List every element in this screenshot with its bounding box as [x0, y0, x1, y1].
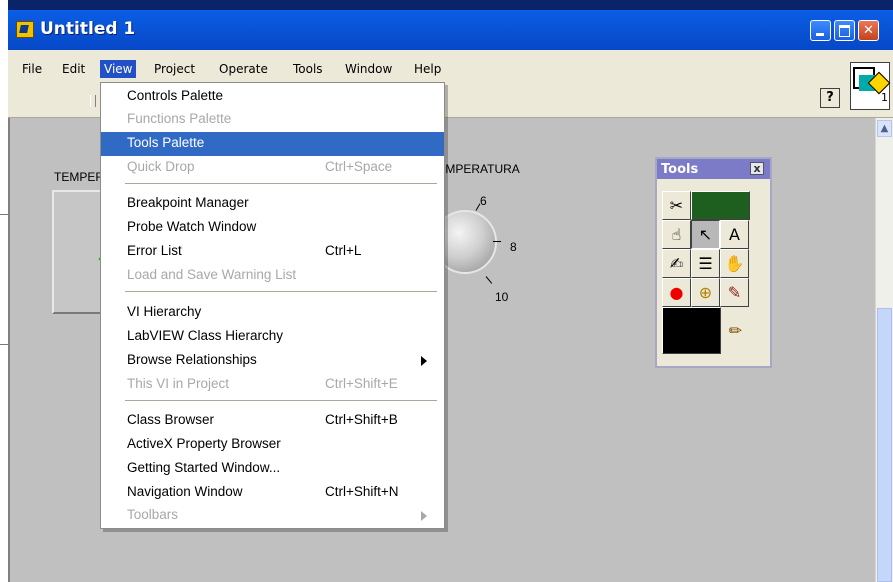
menu-item-label: Navigation Window — [127, 484, 243, 499]
menu-item-quick-drop: Quick Drop Ctrl+Space — [101, 156, 444, 180]
menu-help[interactable]: Help — [410, 60, 445, 78]
connect-wire-icon[interactable]: ✍ — [662, 249, 691, 278]
menu-item-label: ActiveX Property Browser — [127, 436, 281, 451]
menu-edit[interactable]: Edit — [58, 60, 89, 78]
maximize-icon — [835, 21, 854, 40]
scroll-up-icon[interactable]: ▲ — [877, 120, 892, 137]
close-button[interactable]: ✕ — [858, 20, 879, 41]
tools-palette-close-button[interactable]: x — [750, 162, 764, 175]
operate-value-icon[interactable]: ☝ — [662, 220, 691, 249]
edit-text-icon[interactable]: A — [720, 220, 749, 249]
knob-tick-10: 10 — [495, 290, 509, 304]
toolbar-grip[interactable] — [90, 95, 96, 107]
position-size-select-icon[interactable]: ↖ — [691, 220, 720, 249]
menu-item-shortcut: Ctrl+L — [325, 243, 362, 258]
menu-item-label: Class Browser — [127, 412, 215, 427]
menu-item-shortcut: Ctrl+Shift+N — [325, 484, 399, 499]
menu-item-browse-relationships[interactable]: Browse Relationships — [101, 349, 444, 373]
menu-item-label: LabVIEW Class Hierarchy — [127, 328, 284, 343]
menu-item-activex-property-browser[interactable]: ActiveX Property Browser — [101, 433, 444, 457]
knob-tick-mark — [493, 241, 501, 242]
automatic-tool-selection-icon[interactable]: ✂ — [662, 191, 691, 220]
menu-tools[interactable]: Tools — [289, 60, 327, 78]
menu-item-getting-started-window[interactable]: Getting Started Window... — [101, 457, 444, 481]
tools-palette-title: Tools — [661, 162, 699, 177]
scroll-window-icon[interactable]: ✋ — [720, 249, 749, 278]
desktop-tick — [0, 344, 8, 345]
menu-item-this-vi-in-project: This VI in Project Ctrl+Shift+E — [101, 373, 444, 397]
menu-item-vi-hierarchy[interactable]: VI Hierarchy — [101, 301, 444, 325]
window-title: Untitled 1 — [40, 19, 136, 39]
menu-item-label: Error List — [127, 243, 182, 258]
vi-icon[interactable]: 1 — [850, 62, 891, 110]
menu-bar: File Edit View Project Operate Tools Win… — [8, 50, 893, 83]
menu-item-label: Tools Palette — [127, 135, 205, 150]
menu-item-shortcut: Ctrl+Shift+E — [325, 376, 398, 391]
submenu-arrow-icon — [421, 511, 427, 521]
menu-separator — [125, 183, 437, 185]
menu-item-label: Controls Palette — [127, 88, 224, 103]
knob-tick-8: 8 — [510, 240, 517, 254]
minimize-button[interactable] — [810, 20, 831, 41]
paintbrush-icon: ✏ — [728, 321, 743, 340]
get-color-icon[interactable]: ✎ — [720, 278, 749, 307]
tools-palette-titlebar[interactable]: Tools x — [657, 159, 770, 179]
menu-project[interactable]: Project — [150, 60, 199, 78]
menu-item-label: Getting Started Window... — [127, 460, 281, 475]
vertical-scrollbar[interactable]: ▲ — [875, 118, 893, 582]
menu-item-label: Breakpoint Manager — [127, 195, 249, 210]
menu-item-labview-class-hierarchy[interactable]: LabVIEW Class Hierarchy — [101, 325, 444, 349]
menu-item-load-save-warning-list: Load and Save Warning List — [101, 264, 444, 288]
help-button[interactable]: ? — [820, 88, 840, 108]
menu-item-label: VI Hierarchy — [127, 304, 202, 319]
menu-item-error-list[interactable]: Error List Ctrl+L — [101, 240, 444, 264]
menu-item-label: Quick Drop — [127, 159, 195, 174]
labview-app-icon[interactable] — [16, 21, 34, 38]
menu-item-label: Load and Save Warning List — [127, 267, 297, 282]
menu-item-breakpoint-manager[interactable]: Breakpoint Manager — [101, 192, 444, 216]
menu-item-class-browser[interactable]: Class Browser Ctrl+Shift+B — [101, 409, 444, 433]
close-icon: ✕ — [863, 23, 874, 38]
minimize-icon — [811, 21, 830, 40]
probe-data-icon[interactable]: ⊕ — [691, 278, 720, 307]
scroll-thumb[interactable] — [877, 308, 892, 582]
menu-item-shortcut: Ctrl+Shift+B — [325, 412, 398, 427]
vi-icon-number: 1 — [881, 91, 888, 104]
menu-separator — [125, 291, 437, 293]
menu-window[interactable]: Window — [341, 60, 396, 78]
menu-item-label: Probe Watch Window — [127, 219, 257, 234]
menu-item-label: This VI in Project — [127, 376, 230, 391]
knob-tick-6: 6 — [480, 194, 487, 208]
tools-palette[interactable]: Tools x ✂ ☝ ↖ A ✍ ☰ ✋ ● ⊕ ✎ ✏ — [655, 157, 772, 368]
menu-item-tools-palette[interactable]: Tools Palette — [101, 132, 444, 156]
menu-item-label: Functions Palette — [127, 111, 232, 126]
menu-item-label: Toolbars — [127, 507, 179, 522]
auto-select-indicator-icon[interactable] — [691, 191, 750, 220]
set-color-icon[interactable] — [662, 307, 721, 354]
menu-view[interactable]: View — [100, 60, 137, 78]
menu-item-functions-palette: Functions Palette — [101, 108, 444, 132]
desktop-tick — [0, 214, 8, 215]
menu-item-shortcut: Ctrl+Space — [325, 159, 393, 174]
title-bar[interactable]: Untitled 1 ✕ — [8, 10, 893, 50]
object-shortcut-menu-icon[interactable]: ☰ — [691, 249, 720, 278]
view-menu-dropdown: Controls Palette Functions Palette Tools… — [100, 82, 445, 529]
menu-file[interactable]: File — [18, 60, 46, 78]
menu-separator — [125, 400, 437, 402]
menu-item-controls-palette[interactable]: Controls Palette — [101, 85, 444, 109]
menu-operate[interactable]: Operate — [215, 60, 272, 78]
menu-item-probe-watch-window[interactable]: Probe Watch Window — [101, 216, 444, 240]
set-breakpoint-icon[interactable]: ● — [662, 278, 691, 307]
submenu-arrow-icon — [421, 356, 427, 366]
desktop-strip — [0, 0, 8, 582]
menu-item-toolbars: Toolbars — [101, 504, 444, 528]
maximize-button[interactable] — [834, 20, 855, 41]
menu-item-label: Browse Relationships — [127, 352, 257, 367]
menu-item-navigation-window[interactable]: Navigation Window Ctrl+Shift+N — [101, 481, 444, 505]
